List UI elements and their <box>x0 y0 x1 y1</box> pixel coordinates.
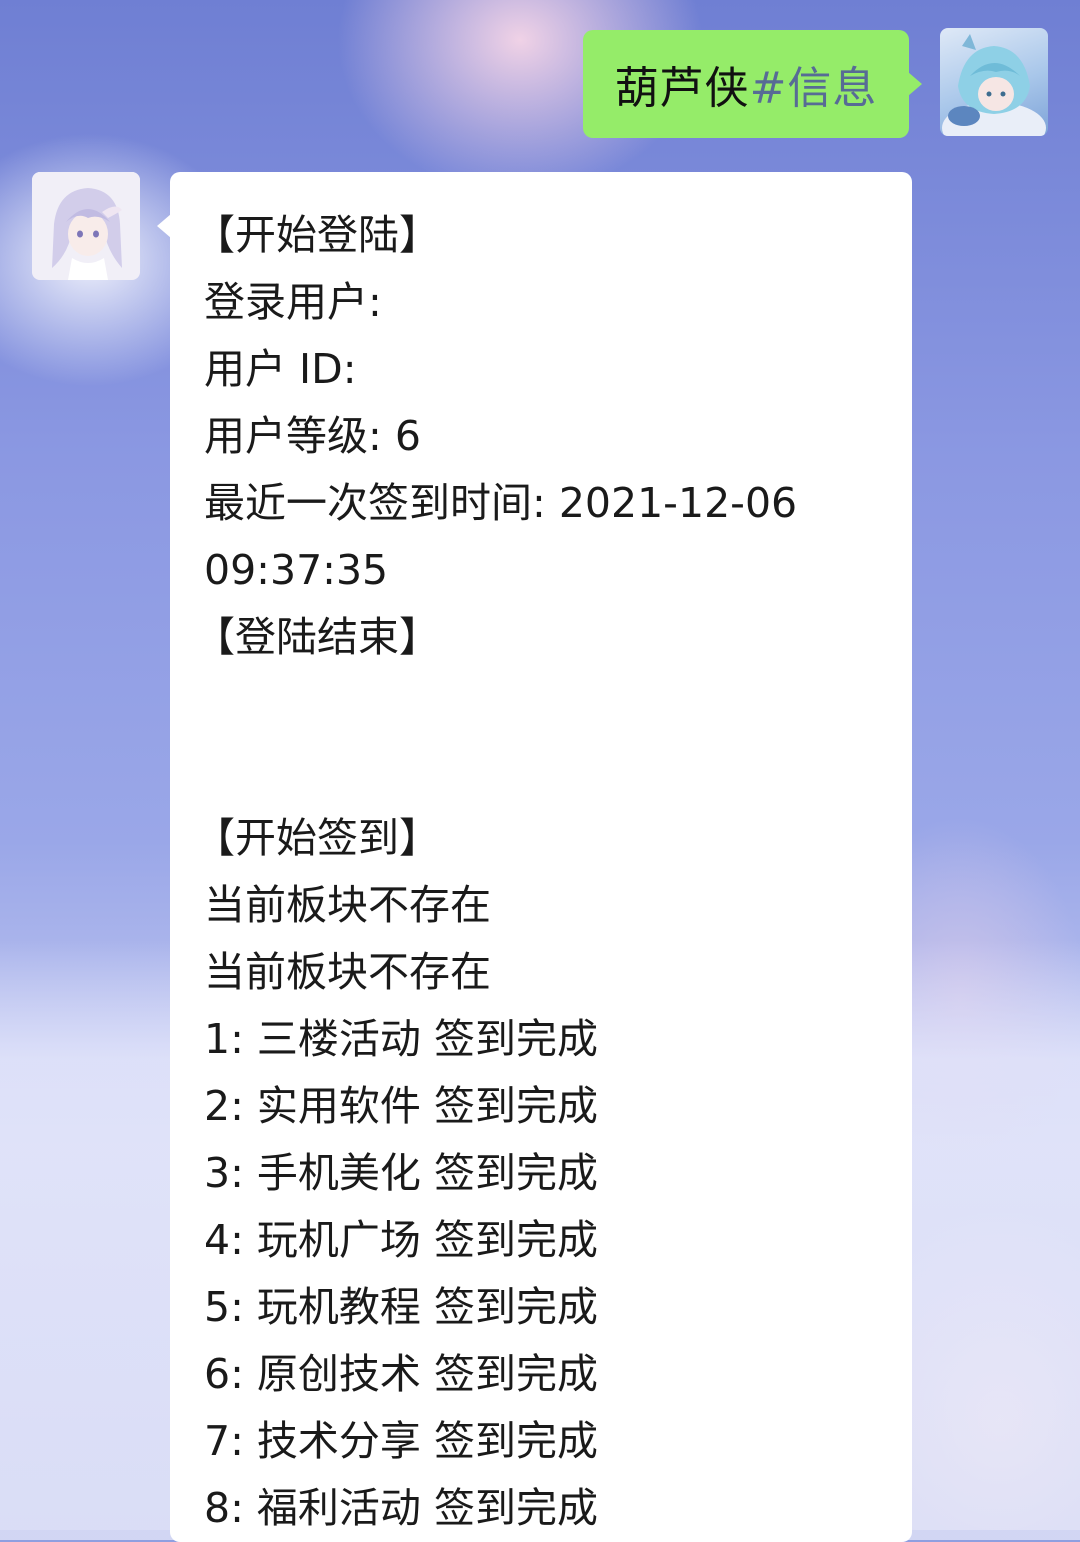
last-signin-line: 最近一次签到时间: 2021-12-06 <box>204 479 798 527</box>
sent-message-text: 葫芦侠#信息 <box>615 52 878 116</box>
signin-result-line: 2: 实用软件 签到完成 <box>204 1082 598 1130</box>
bot-avatar[interactable] <box>32 172 140 280</box>
sent-message-prefix: 葫芦侠 <box>614 63 750 114</box>
signin-result-line: 1: 三楼活动 签到完成 <box>204 1015 598 1063</box>
signin-result-line: 7: 技术分享 签到完成 <box>204 1417 598 1465</box>
avatar-icon <box>32 172 140 280</box>
signin-start-line: 【开始签到】 <box>194 814 440 862</box>
hashtag-link[interactable]: #信息 <box>750 63 878 114</box>
last-signin-time-line: 09:37:35 <box>204 546 389 594</box>
message-blank-gap <box>194 671 912 805</box>
login-start-line: 【开始登陆】 <box>194 211 440 259</box>
login-id-line: 用户 ID: <box>204 345 357 393</box>
received-message-bubble[interactable]: 【开始登陆】 登录用户: 用户 ID: 用户等级: 6 最近一次签到时间: 20… <box>157 172 912 1542</box>
avatar-icon <box>942 34 1046 136</box>
login-end-line: 【登陆结束】 <box>194 613 440 661</box>
login-user-line: 登录用户: <box>204 278 382 326</box>
sent-message-bubble[interactable]: 葫芦侠#信息 <box>583 30 922 138</box>
signin-result-line: 当前板块不存在 <box>204 948 491 996</box>
signin-result-line: 4: 玩机广场 签到完成 <box>204 1216 598 1264</box>
signin-result-line: 5: 玩机教程 签到完成 <box>204 1283 598 1331</box>
my-avatar[interactable] <box>940 28 1048 136</box>
signin-result-line: 6: 原创技术 签到完成 <box>204 1350 598 1398</box>
signin-result-line: 8: 福利活动 签到完成 <box>204 1484 598 1532</box>
login-level-line: 用户等级: 6 <box>204 412 421 460</box>
signin-result-line: 当前板块不存在 <box>204 881 491 929</box>
signin-result-line: 3: 手机美化 签到完成 <box>204 1149 598 1197</box>
